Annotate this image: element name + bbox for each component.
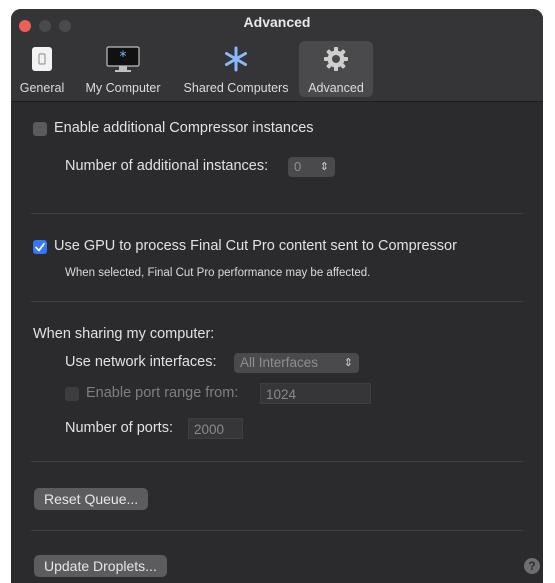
network-interfaces-popup[interactable]: All Interfaces ⇕ (234, 353, 359, 373)
window-title: Advanced (243, 14, 311, 30)
popup-arrows-icon[interactable]: ⇕ (344, 353, 353, 373)
network-interfaces-label: Use network interfaces: (65, 354, 217, 370)
divider (31, 530, 523, 531)
preferences-window: Advanced General * My Computer Shared Co… (11, 9, 543, 583)
tab-my-computer[interactable]: * My Computer (77, 41, 169, 97)
general-icon (32, 47, 52, 71)
checkmark-icon (35, 242, 45, 252)
svg-text:*: * (120, 49, 127, 65)
gear-icon (324, 47, 348, 71)
use-gpu-label: Use GPU to process Final Cut Pro content… (54, 238, 457, 254)
instances-count-stepper[interactable]: 0 ⇕ (288, 157, 335, 177)
port-range-checkbox[interactable] (65, 387, 79, 401)
tab-shared-computers-label: Shared Computers (183, 81, 289, 95)
port-range-label: Enable port range from: (86, 385, 239, 401)
tab-advanced-label: Advanced (308, 81, 364, 95)
tab-general-label: General (19, 81, 65, 95)
tab-advanced[interactable]: Advanced (299, 41, 373, 97)
divider (31, 213, 523, 214)
network-interfaces-value: All Interfaces (240, 355, 319, 370)
tab-shared-computers[interactable]: Shared Computers (175, 41, 297, 97)
enable-instances-label: Enable additional Compressor instances (54, 120, 314, 136)
help-button[interactable]: ? (524, 558, 540, 574)
toolbar: Advanced General * My Computer Shared Co… (11, 9, 543, 102)
use-gpu-checkbox[interactable] (33, 240, 47, 254)
advanced-pane: Enable additional Compressor instances N… (11, 102, 543, 583)
shared-computers-icon (225, 46, 247, 72)
ports-count-label: Number of ports: (65, 420, 173, 436)
divider (31, 301, 523, 302)
ports-count-field[interactable]: 2000 (188, 418, 243, 439)
sharing-heading: When sharing my computer: (33, 326, 215, 342)
instances-count-value: 0 (294, 159, 302, 174)
enable-instances-checkbox[interactable] (33, 122, 47, 136)
computer-icon: * (106, 46, 140, 72)
instances-count-label: Number of additional instances: (65, 158, 269, 174)
reset-queue-button[interactable]: Reset Queue... (34, 488, 149, 510)
gpu-note: When selected, Final Cut Pro performance… (65, 267, 371, 279)
tab-my-computer-label: My Computer (85, 81, 161, 95)
update-droplets-button[interactable]: Update Droplets... (34, 555, 167, 577)
port-range-field[interactable]: 1024 (260, 383, 371, 404)
tab-general[interactable]: General (11, 41, 73, 97)
stepper-arrows-icon: ⇕ (319, 161, 329, 173)
divider (31, 461, 523, 462)
